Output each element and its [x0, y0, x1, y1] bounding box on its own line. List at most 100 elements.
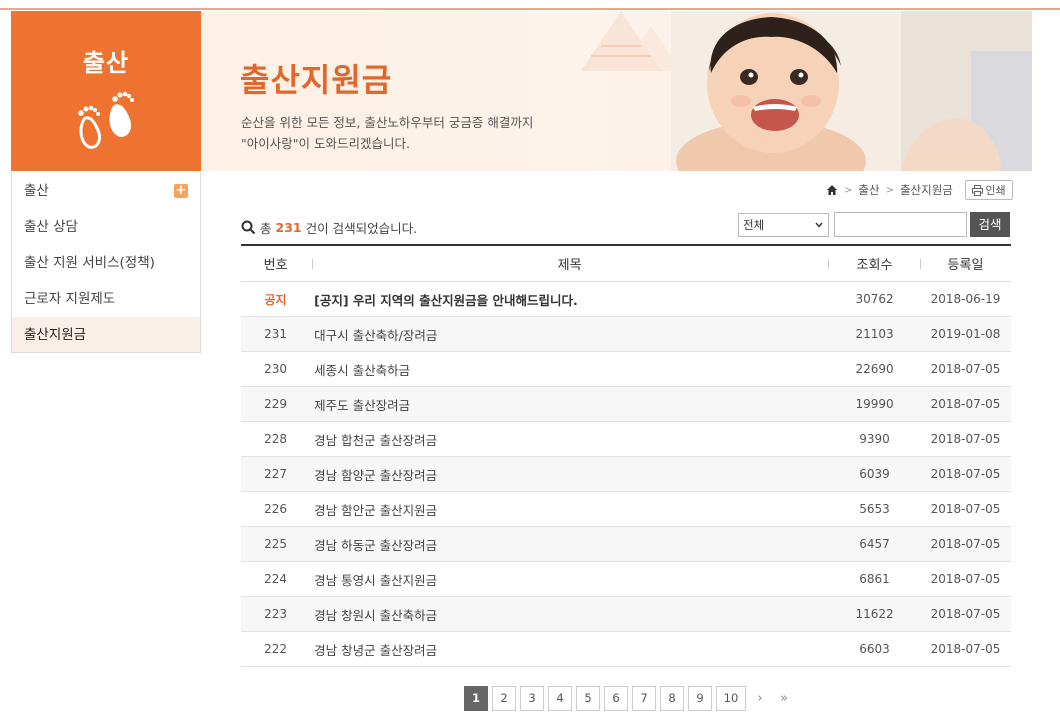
row-views: 22690	[855, 362, 894, 376]
col-header-date: 등록일	[947, 258, 984, 273]
row-title-link[interactable]: 경남 합천군 출산장려금	[310, 422, 829, 456]
side-menu-item-consult[interactable]: 출산 상담	[12, 208, 200, 244]
table-row[interactable]: 224 경남 통영시 출산지원금 6861 2018-07-05	[241, 562, 1011, 597]
table-row[interactable]: 226 경남 함안군 출산지원금 5653 2018-07-05	[241, 492, 1011, 527]
row-date: 2018-07-05	[930, 432, 1001, 446]
header-divider	[312, 259, 314, 269]
table-row[interactable]: 222 경남 창녕군 출산장려금 6603 2018-07-05	[241, 632, 1011, 667]
search-button[interactable]: 검색	[970, 212, 1010, 237]
col-header-title-cell: 제목	[310, 246, 829, 281]
row-views: 6603	[859, 642, 890, 656]
banner-desc-line2: "아이사랑"이 도와드리겠습니다.	[241, 136, 410, 151]
chevron-down-icon	[815, 222, 823, 228]
row-views: 9390	[859, 432, 890, 446]
table-row[interactable]: 231 대구시 출산축하/장려금 21103 2019-01-08	[241, 317, 1011, 352]
page-10-button[interactable]: 10	[716, 686, 746, 711]
side-menu-item-label: 출산 지원 서비스(정책)	[24, 255, 155, 271]
row-views: 30762	[855, 292, 894, 306]
search-icon	[241, 220, 256, 235]
table-row[interactable]: 228 경남 합천군 출산장려금 9390 2018-07-05	[241, 422, 1011, 457]
row-no: 230	[264, 362, 288, 376]
page-5-button[interactable]: 5	[576, 686, 600, 711]
row-title-link[interactable]: 세종시 출산축하금	[310, 352, 829, 386]
home-icon[interactable]	[826, 184, 838, 196]
side-menu: 출산 + 출산 상담 출산 지원 서비스(정책) 근로자 지원제도 출산지원금	[11, 172, 201, 353]
row-views: 6861	[859, 572, 890, 586]
pagination: 1 2 3 4 5 6 7 8 9 10 › »	[464, 686, 794, 711]
row-no: 226	[264, 502, 288, 516]
side-menu-item-label: 출산	[24, 183, 49, 199]
side-menu-item-birth[interactable]: 출산 +	[12, 172, 200, 208]
printer-icon	[972, 184, 984, 196]
side-menu-item-birth-subsidy[interactable]: 출산지원금	[12, 316, 200, 352]
search-input[interactable]	[834, 212, 967, 237]
row-no: 223	[264, 607, 288, 621]
row-no: 공지	[264, 292, 287, 307]
search-scope-value: 전체	[743, 218, 765, 232]
row-no: 225	[264, 537, 288, 551]
row-date: 2018-07-05	[930, 397, 1001, 411]
row-title-link[interactable]: 대구시 출산축하/장려금	[310, 317, 829, 351]
section-title: 출산	[82, 49, 130, 77]
print-label: 인쇄	[985, 184, 1006, 197]
table-row[interactable]: 225 경남 하동군 출산장려금 6457 2018-07-05	[241, 527, 1011, 562]
table-row-notice[interactable]: 공지 [공지] 우리 지역의 출산지원금을 안내해드립니다. 30762 201…	[241, 282, 1011, 317]
plus-icon[interactable]: +	[174, 184, 188, 198]
table-header: 번호 제목 조회수 등록일	[241, 246, 1011, 282]
row-title-link[interactable]: 경남 통영시 출산지원금	[310, 562, 829, 596]
header-divider	[919, 259, 921, 269]
page-2-button[interactable]: 2	[492, 686, 516, 711]
table-row[interactable]: 223 경남 창원시 출산축하금 11622 2018-07-05	[241, 597, 1011, 632]
side-menu-item-label: 출산지원금	[24, 327, 87, 343]
last-page-icon[interactable]: »	[774, 691, 794, 706]
row-views: 6457	[859, 537, 890, 551]
row-title-link[interactable]: 경남 창원시 출산축하금	[310, 597, 829, 631]
side-menu-item-label: 출산 상담	[24, 219, 78, 235]
page-6-button[interactable]: 6	[604, 686, 628, 711]
row-title-link[interactable]: 경남 함안군 출산지원금	[310, 492, 829, 526]
row-title-link[interactable]: 경남 하동군 출산장려금	[310, 527, 829, 561]
result-count: 231	[275, 220, 302, 235]
row-date: 2018-07-05	[930, 502, 1001, 516]
row-title-link[interactable]: 제주도 출산장려금	[310, 387, 829, 421]
col-header-date-cell: 등록일	[919, 246, 1011, 281]
breadcrumb-level1[interactable]: 출산	[858, 182, 879, 198]
side-menu-item-label: 근로자 지원제도	[24, 291, 116, 307]
table-row[interactable]: 229 제주도 출산장려금 19990 2018-07-05	[241, 387, 1011, 422]
row-no: 222	[264, 642, 288, 656]
breadcrumb-separator: >	[885, 184, 894, 196]
page-8-button[interactable]: 8	[660, 686, 684, 711]
next-page-icon[interactable]: ›	[750, 691, 770, 706]
row-views: 6039	[859, 467, 890, 481]
breadcrumb-level2[interactable]: 출산지원금	[900, 182, 953, 198]
row-date: 2018-07-05	[930, 467, 1001, 481]
banner-description: 순산을 위한 모든 정보, 출산노하우부터 궁금증 해결까지 "아이사랑"이 도…	[241, 112, 533, 154]
side-menu-item-support-service[interactable]: 출산 지원 서비스(정책)	[12, 244, 200, 280]
page-7-button[interactable]: 7	[632, 686, 656, 711]
table-row[interactable]: 227 경남 함양군 출산장려금 6039 2018-07-05	[241, 457, 1011, 492]
row-title-link[interactable]: [공지] 우리 지역의 출산지원금을 안내해드립니다.	[310, 282, 829, 316]
search-scope-select[interactable]: 전체	[738, 213, 829, 237]
row-date: 2018-07-05	[930, 642, 1001, 656]
baby-feet-icon	[78, 91, 134, 149]
row-views: 19990	[855, 397, 894, 411]
col-header-title: 제목	[557, 258, 582, 273]
row-title-link[interactable]: 경남 함양군 출산장려금	[310, 457, 829, 491]
row-date: 2018-07-05	[930, 607, 1001, 621]
print-button[interactable]: 인쇄	[965, 180, 1013, 200]
header-divider	[827, 259, 829, 269]
page-4-button[interactable]: 4	[548, 686, 572, 711]
side-menu-item-worker-support[interactable]: 근로자 지원제도	[12, 280, 200, 316]
page-3-button[interactable]: 3	[520, 686, 544, 711]
row-no: 227	[264, 467, 288, 481]
row-title-link[interactable]: 경남 창녕군 출산장려금	[310, 632, 829, 666]
row-date: 2018-07-05	[930, 572, 1001, 586]
page-1-button[interactable]: 1	[464, 686, 488, 711]
row-date: 2018-07-05	[930, 537, 1001, 551]
page-9-button[interactable]: 9	[688, 686, 712, 711]
table-row[interactable]: 230 세종시 출산축하금 22690 2018-07-05	[241, 352, 1011, 387]
col-header-no: 번호	[263, 258, 288, 273]
summary-suffix: 건이 검색되었습니다.	[305, 221, 418, 236]
banner-desc-line1: 순산을 위한 모든 정보, 출산노하우부터 궁금증 해결까지	[241, 115, 534, 130]
row-no: 228	[264, 432, 288, 446]
